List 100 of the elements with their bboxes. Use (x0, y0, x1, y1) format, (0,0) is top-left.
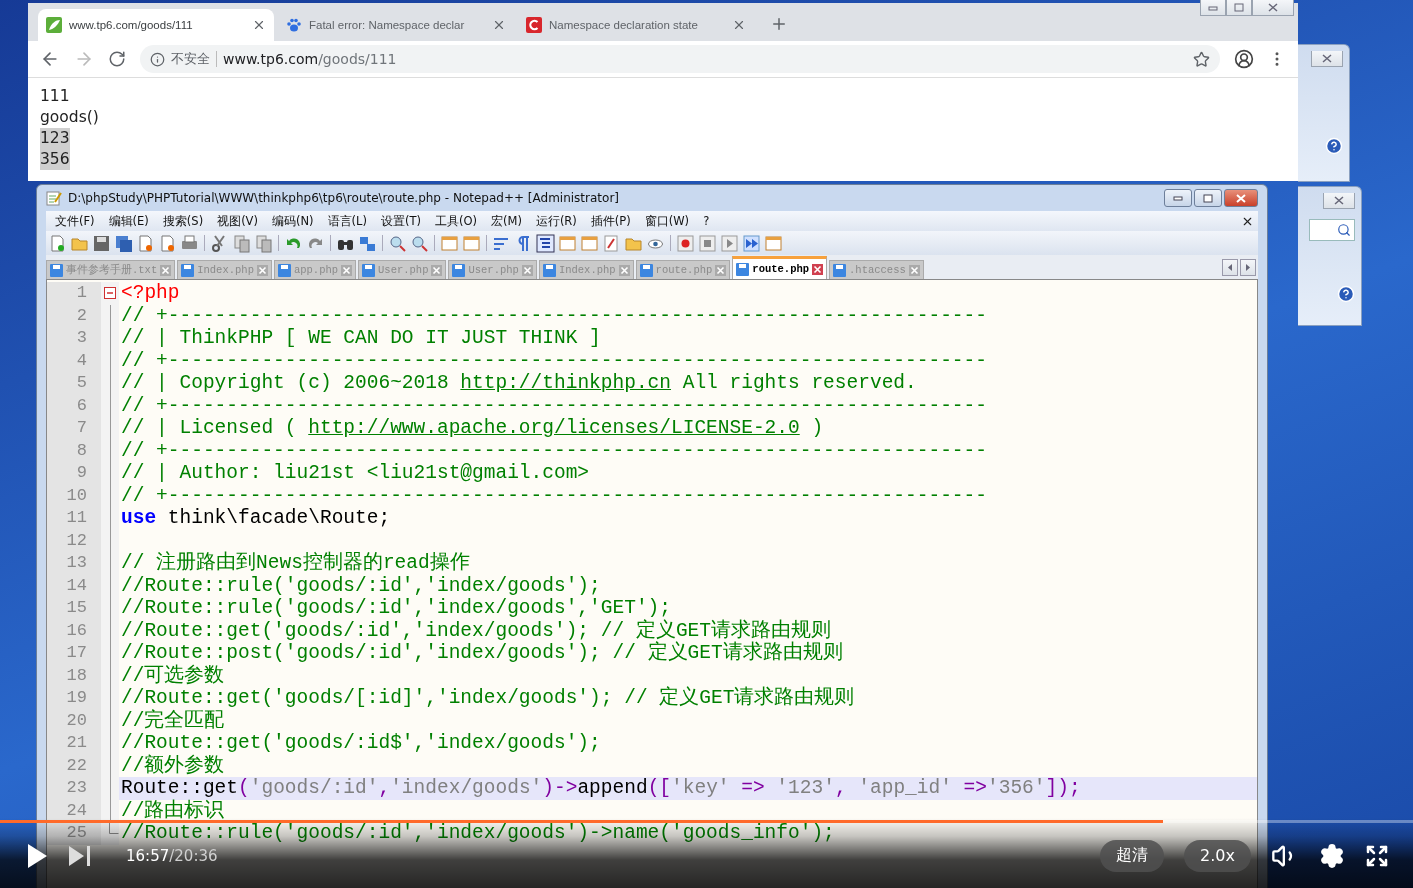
menu-item[interactable]: 窗口(W) (637, 213, 697, 229)
info-icon (150, 51, 165, 67)
menu-item[interactable]: 设置(T) (373, 213, 428, 229)
window-icon[interactable] (462, 233, 481, 253)
leaf-icon (46, 17, 62, 33)
code-line: // +---------------------------------------------------------------------- (121, 441, 987, 461)
page-text: 123 (40, 128, 70, 149)
close-icon (1322, 54, 1332, 63)
code-line: //额外参数 (121, 756, 225, 776)
line-number: 4 (47, 349, 101, 372)
panel-icon[interactable] (580, 233, 599, 253)
tab-label: Index.php (558, 264, 616, 276)
tab-label: User.php (468, 264, 519, 276)
minimize-button[interactable] (1164, 189, 1192, 207)
maximize-button[interactable] (1194, 189, 1222, 207)
next-button[interactable] (68, 844, 92, 867)
code-line: //Route::rule('goods/:id','index/goods','GET'); (121, 599, 671, 618)
code-line: // | Copyright (c) 2006~2018 http://thinkphp.cn All rights reserved. (121, 374, 917, 393)
link[interactable]: http://thinkphp.cn (460, 372, 671, 394)
link[interactable]: http://www.apache.org/licenses/LICENSE-2.0 (308, 417, 800, 439)
close-icon (1268, 3, 1278, 12)
close-icon (1236, 193, 1246, 203)
file-tab[interactable]: route.php (732, 256, 828, 279)
menu-item[interactable]: 插件(P) (583, 213, 638, 229)
bookmark-star-icon[interactable] (1193, 50, 1210, 68)
page-text: 356 (40, 149, 70, 170)
security-label: 不安全 (171, 50, 210, 68)
indent-guide-icon[interactable] (536, 233, 555, 253)
url-text: www.tp6.com/goods/111 (223, 51, 397, 67)
menu-item[interactable]: 视图(V) (210, 213, 265, 229)
close-button[interactable] (1252, 0, 1294, 16)
tab-label: route.php (752, 263, 810, 275)
pages-icon[interactable] (158, 233, 177, 253)
restore-button[interactable] (1226, 0, 1252, 16)
scroll-left-button[interactable] (1222, 259, 1238, 276)
menu-item[interactable]: 运行(R) (528, 213, 584, 229)
close-button[interactable] (1323, 193, 1355, 209)
menu-item[interactable]: 语言(L) (320, 213, 374, 229)
line-number: 3 (47, 327, 101, 350)
menu-item[interactable]: ? (696, 214, 717, 228)
close-button[interactable] (1311, 51, 1343, 67)
windows-icon[interactable] (764, 233, 783, 253)
play-icon[interactable] (720, 233, 739, 253)
current-time: 16:57 (126, 846, 170, 865)
help-icon[interactable] (1325, 137, 1343, 155)
minimize-button[interactable] (1200, 0, 1226, 16)
line-number: 5 (47, 372, 101, 395)
paste-icon[interactable] (254, 233, 273, 253)
page-icon[interactable] (136, 233, 155, 253)
minimize-icon (1208, 4, 1218, 11)
stop-icon[interactable] (698, 233, 717, 253)
line-number: 20 (47, 709, 101, 732)
code-line: Route::get('goods/:id','index/goods')->append(['key' => '123', 'app_id' =>'356']); (121, 779, 1081, 798)
fullscreen-icon[interactable] (1365, 843, 1389, 868)
menu-item[interactable]: 编辑(E) (101, 213, 156, 229)
profile-icon[interactable] (1234, 49, 1254, 69)
new-tab-button[interactable] (770, 15, 788, 33)
help-icon[interactable] (1337, 285, 1355, 303)
menu-item[interactable]: 搜索(S) (155, 213, 211, 229)
code-line: // | Licensed ( http://www.apache.org/licenses/LICENSE-2.0 ) (121, 419, 824, 438)
record-icon[interactable] (676, 233, 695, 253)
fold-toggle[interactable] (104, 287, 116, 300)
duration: /20:36 (169, 846, 218, 865)
code-line: //Route::get('goods/:id','index/goods'); // 定义GET请求路由规则 (121, 621, 831, 641)
address-bar[interactable]: 不安全 www.tp6.com/goods/111 (140, 45, 1220, 73)
close-icon[interactable] (252, 18, 266, 32)
menu-item[interactable]: 宏(M) (483, 213, 529, 229)
paw-icon (286, 17, 302, 33)
menu-item[interactable]: 工具(O) (427, 213, 484, 229)
window-icon[interactable] (440, 233, 459, 253)
tab-label: Index.php (197, 264, 254, 276)
browser-tab[interactable]: www.tp6.com/goods/111 (38, 9, 274, 41)
line-number: 12 (47, 529, 101, 552)
fast-forward-icon[interactable] (742, 233, 761, 253)
line-number: 10 (47, 484, 101, 507)
minimize-icon (1173, 195, 1183, 201)
disks-icon[interactable] (114, 233, 133, 253)
zoom-out-icon[interactable] (410, 233, 429, 253)
menu-item[interactable]: 编码(N) (264, 213, 321, 229)
line-number: 19 (47, 687, 101, 710)
right-triangle-icon (1245, 264, 1251, 271)
line-number: 9 (47, 462, 101, 485)
menu-item[interactable]: 文件(F) (48, 213, 102, 229)
function-icon[interactable] (602, 233, 621, 253)
code-line: //Route::rule('goods/:id','index/goods'); (121, 576, 601, 596)
search-field[interactable] (1309, 219, 1355, 241)
line-number: 13 (47, 552, 101, 575)
browser-tab[interactable]: Namespace declaration state (518, 9, 754, 41)
scroll-right-button[interactable] (1240, 259, 1256, 276)
reload-button[interactable] (108, 50, 126, 68)
line-number: 17 (47, 642, 101, 665)
zoom-in-icon[interactable] (388, 233, 407, 253)
code-line: // | ThinkPHP [ WE CAN DO IT JUST THINK ] (121, 329, 601, 348)
browser-tab[interactable]: Fatal error: Namespace declar (278, 9, 514, 41)
close-button[interactable] (1224, 189, 1258, 207)
code-line: // +---------------------------------------------------------------------- (121, 306, 987, 326)
line-number: 15 (47, 597, 101, 620)
page-icon[interactable] (48, 233, 67, 253)
settings-icon[interactable] (1319, 842, 1345, 869)
play-button[interactable] (26, 842, 48, 869)
